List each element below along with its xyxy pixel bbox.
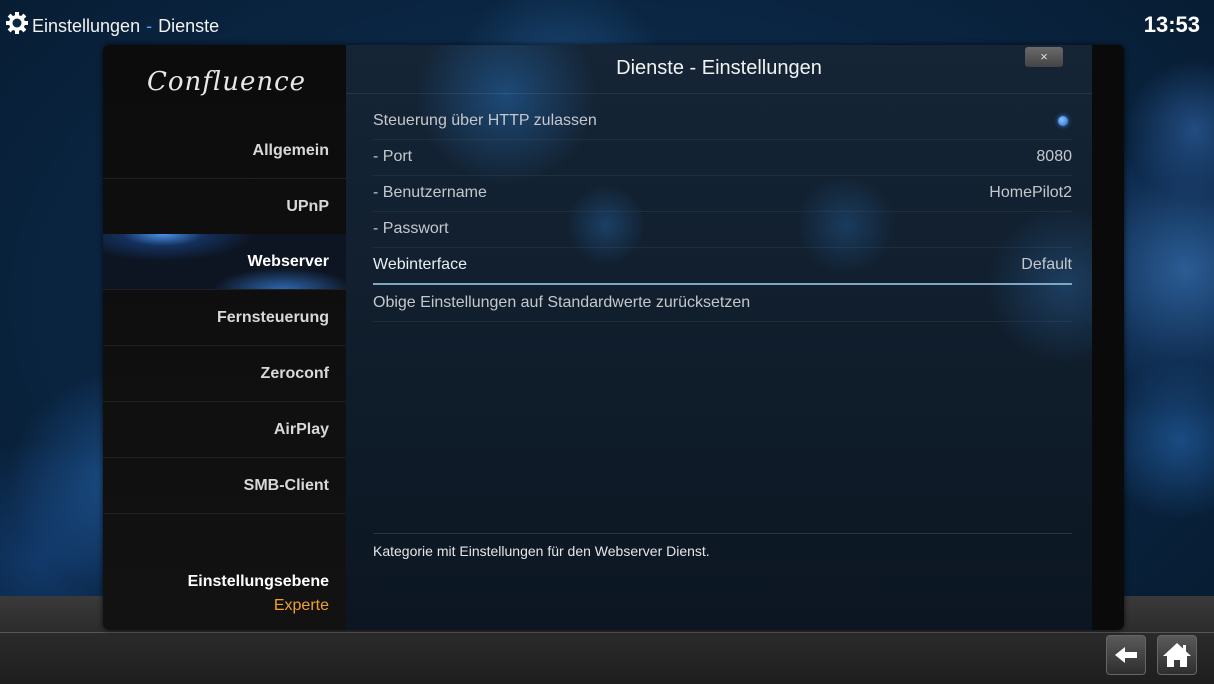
home-icon [1163, 643, 1191, 667]
settings-gear-icon [6, 12, 28, 34]
sidebar-item-zeroconf[interactable]: Zeroconf [103, 346, 346, 402]
confluence-logo: Confluence [147, 67, 307, 97]
settings-level-value[interactable]: Experte [274, 597, 329, 615]
setting-label: Obige Einstellungen auf Standardwerte zu… [373, 294, 751, 311]
sidebar-item-smb-client[interactable]: SMB-Client [103, 458, 346, 514]
breadcrumb-page: Dienste [158, 15, 220, 36]
sidebar-item-webserver[interactable]: Webserver [103, 234, 346, 290]
sidebar-item-label: Allgemein [252, 141, 329, 159]
breadcrumb-separator: - [146, 15, 153, 36]
toggle-on-indicator-icon[interactable] [1058, 116, 1068, 126]
dialog-title: Dienste - Einstellungen [616, 57, 822, 79]
setting-value: HomePilot2 [989, 184, 1072, 201]
sidebar-item-upnp[interactable]: UPnP [103, 179, 346, 235]
setting-allow-http-control[interactable]: Steuerung über HTTP zulassen [373, 103, 1072, 140]
setting-webinterface[interactable]: Webinterface Default [373, 247, 1072, 285]
breadcrumb: Einstellungen - Dienste [32, 14, 219, 38]
setting-password[interactable]: - Passwort [373, 211, 1072, 248]
setting-reset-defaults[interactable]: Obige Einstellungen auf Standardwerte zu… [373, 285, 1072, 322]
clock: 13:53 [1143, 12, 1200, 37]
close-button[interactable]: × [1025, 47, 1063, 67]
sidebar-item-fernsteuerung[interactable]: Fernsteuerung [103, 290, 346, 346]
setting-value: 8080 [1036, 148, 1072, 165]
sidebar-item-label: UPnP [286, 197, 329, 215]
bottom-bar-divider [0, 632, 1214, 633]
sidebar-item-label: Fernsteuerung [216, 308, 329, 326]
settings-dialog: Confluence Allgemein UPnP Webserver Fern… [103, 45, 1124, 630]
setting-label: - Port [373, 148, 413, 165]
sidebar-item-label: SMB-Client [243, 476, 329, 494]
description-divider [373, 533, 1072, 534]
back-arrow-icon [1115, 647, 1137, 663]
dialog-right-edge [1092, 45, 1124, 630]
setting-port[interactable]: - Port 8080 [373, 139, 1072, 176]
title-divider [346, 93, 1092, 94]
sidebar-item-label: AirPlay [273, 420, 329, 438]
settings-level-label[interactable]: Einstellungsebene [188, 573, 329, 591]
setting-description: Kategorie mit Einstellungen für den Webs… [373, 543, 710, 559]
settings-content: Dienste - Einstellungen Steuerung über H… [346, 45, 1092, 630]
setting-label: Steuerung über HTTP zulassen [373, 112, 597, 129]
settings-sidebar: Confluence Allgemein UPnP Webserver Fern… [103, 45, 346, 630]
setting-value: Default [1021, 256, 1072, 273]
breadcrumb-section: Einstellungen [32, 15, 141, 36]
home-button[interactable] [1157, 635, 1197, 675]
sidebar-item-label: Webserver [247, 252, 329, 270]
sidebar-item-allgemein[interactable]: Allgemein [103, 123, 346, 179]
sidebar-item-label: Zeroconf [260, 364, 329, 382]
setting-username[interactable]: - Benutzername HomePilot2 [373, 175, 1072, 212]
back-button[interactable] [1106, 635, 1146, 675]
setting-label: - Passwort [373, 220, 449, 237]
setting-label: - Benutzername [373, 184, 487, 201]
setting-label: Webinterface [373, 256, 467, 273]
sidebar-item-airplay[interactable]: AirPlay [103, 402, 346, 458]
